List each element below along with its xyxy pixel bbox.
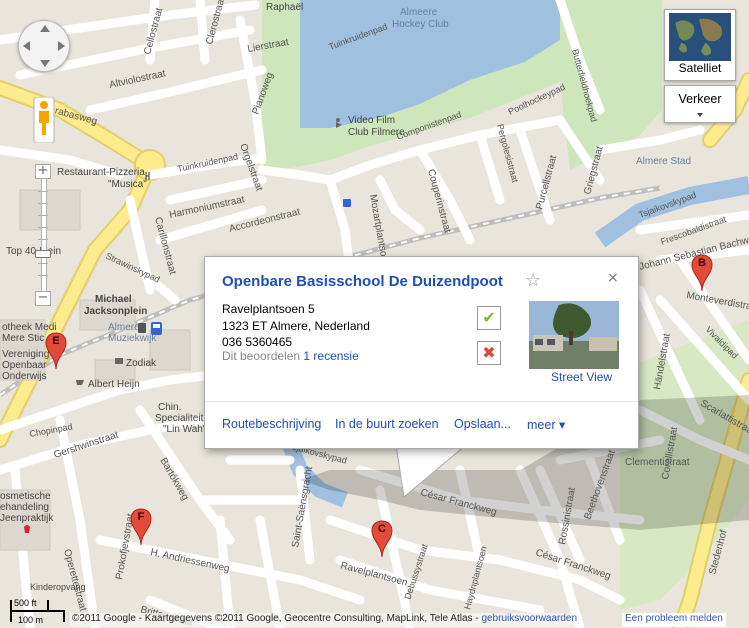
place-label: Vereniging — [2, 349, 49, 360]
train-icon — [151, 322, 162, 335]
pan-down-icon[interactable] — [40, 60, 50, 67]
place-label: Club Filmere — [348, 127, 405, 138]
place-label: Restaurant-Pizzeria — [57, 167, 145, 178]
copyright-text: ©2011 Google - Kaartgegevens ©2011 Googl… — [72, 613, 482, 624]
pan-left-icon[interactable] — [23, 41, 30, 51]
save-link[interactable]: Opslaan... — [454, 417, 511, 431]
place-label: Michael — [95, 294, 132, 305]
place-infowindow: Openbare Basisschool De Duizendpoot ☆ × … — [204, 256, 639, 449]
pegman-icon[interactable] — [33, 97, 55, 143]
zoom-slider-handle[interactable] — [35, 250, 51, 258]
place-label: Almere Stad — [636, 156, 691, 167]
place-label: Top 40-Flein — [6, 246, 61, 257]
marker-label: C — [378, 523, 386, 535]
bus-icon — [343, 199, 351, 207]
map-marker-c[interactable]: C — [371, 520, 393, 558]
place-label: Chin. — [158, 402, 181, 413]
address-line: 1323 ET Almere, Nederland — [222, 319, 370, 333]
traffic-dropdown[interactable]: Verkeer — [664, 85, 736, 123]
streetview-link[interactable]: Street View — [551, 370, 612, 384]
chevron-down-icon — [697, 113, 703, 117]
divider — [205, 401, 638, 402]
place-label: osmetische — [0, 491, 51, 502]
place-label: Zodiak — [126, 358, 157, 369]
cross-icon[interactable]: ✖ — [477, 341, 501, 365]
place-label: Mere Stic — [2, 333, 44, 344]
satellite-button[interactable]: Satelliet — [664, 9, 736, 81]
close-icon[interactable]: × — [607, 270, 619, 286]
report-problem-link[interactable]: Een probleem melden — [622, 613, 726, 627]
marker-label: B — [698, 257, 706, 269]
place-title-link[interactable]: Openbare Basisschool De Duizendpoot — [222, 273, 503, 290]
place-label: Jeenpraktijk — [0, 513, 54, 524]
rate-prompt: Dit beoordelen — [222, 349, 301, 363]
place-label: "Musica" — [108, 179, 147, 190]
place-label: Jacksonplein — [84, 306, 147, 317]
tram-icon — [138, 323, 146, 333]
place-label: Raphaël — [266, 2, 303, 13]
pan-control[interactable] — [18, 20, 70, 72]
map-marker-b[interactable]: B — [691, 254, 713, 292]
dentist-icon — [24, 525, 30, 533]
scale-imperial: 500 ft — [14, 598, 37, 608]
marker-label: F — [137, 511, 145, 523]
search-nearby-link[interactable]: In de buurt zoeken — [335, 417, 439, 431]
streetview-thumbnail[interactable] — [529, 301, 619, 369]
map-marker-f[interactable]: F — [130, 508, 152, 546]
place-label: Muziekwijk — [108, 333, 157, 344]
satellite-label: Satelliet — [678, 61, 722, 75]
globe-thumbnail-icon — [669, 13, 731, 61]
scale-metric: 100 m — [18, 615, 44, 625]
place-label: Specialiteit — [155, 413, 204, 424]
place-label: Onderwijs — [2, 371, 46, 382]
map-marker-e[interactable]: E — [45, 332, 67, 370]
phone-number: 036 5360465 — [222, 335, 293, 349]
infowindow-tail — [396, 445, 467, 497]
scale-bar: 500 ft 100 m — [4, 596, 66, 626]
rating-row: Dit beoordelen 1 recensie — [222, 349, 359, 363]
more-dropdown[interactable]: meer ▾ — [527, 417, 565, 432]
star-icon[interactable]: ☆ — [525, 270, 541, 291]
terms-link[interactable]: gebruiksvoorwaarden — [481, 613, 577, 624]
place-label: Kinderopvang — [30, 582, 86, 592]
shop-icon — [115, 358, 123, 364]
directions-link[interactable]: Routebeschrijving — [222, 417, 321, 431]
marker-label: E — [52, 335, 60, 347]
place-label: Albert Heijn — [88, 379, 140, 390]
street-label: Clementistraat — [625, 457, 690, 468]
place-label: Almere — [108, 322, 140, 333]
traffic-label: Verkeer — [678, 92, 722, 106]
place-label: "Lin Wah" — [163, 424, 207, 435]
reviews-link[interactable]: 1 recensie — [303, 349, 358, 363]
place-label: ehandeling — [0, 502, 49, 513]
pan-right-icon[interactable] — [58, 41, 65, 51]
copyright-notice: ©2011 Google - Kaartgegevens ©2011 Googl… — [70, 613, 580, 627]
zoom-in-button[interactable]: + — [35, 164, 51, 179]
zoom-control: + − — [35, 164, 51, 306]
place-label: Hockey Club — [392, 19, 449, 30]
pan-up-icon[interactable] — [40, 25, 50, 32]
zoom-out-button[interactable]: − — [35, 291, 51, 306]
place-label: Video Film — [348, 115, 395, 126]
address-line: Ravelplantsoen 5 — [222, 302, 315, 316]
place-label: Almeere — [400, 7, 438, 18]
checkmark-icon[interactable]: ✔ — [477, 306, 501, 330]
place-label: Openbaar — [2, 360, 47, 371]
